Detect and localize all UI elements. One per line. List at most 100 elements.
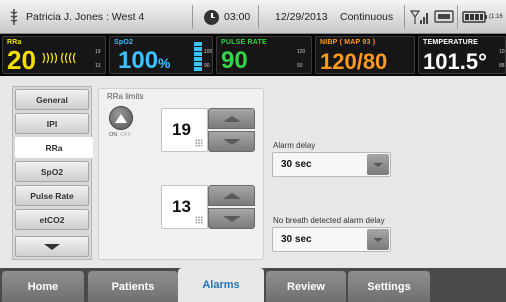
sidebar-item-rra[interactable]: RRa (15, 137, 93, 158)
sidebar-item-label: IPI (46, 118, 58, 129)
chevron-up-icon (222, 115, 241, 122)
tab-label: Review (287, 280, 325, 293)
rra-limits-panel: RRa limits ON OFF 19 13 (98, 88, 264, 260)
clock: 03:00 (204, 0, 250, 34)
temperature-value-wrap: 101.5° (423, 51, 487, 73)
chevron-down-icon (222, 215, 241, 222)
pulse-tile[interactable]: PULSE RATE 90 120 50 (216, 36, 312, 74)
alarm-delay-value: 30 sec (281, 159, 312, 170)
upper-limit-value: 19 (172, 120, 191, 139)
upper-limit-decrease-button[interactable] (208, 131, 255, 152)
tab-patients[interactable]: Patients (88, 271, 178, 302)
nibp-value: 120/80 (320, 49, 388, 74)
sidebar-item-label: RRa (45, 142, 63, 153)
no-breath-delay-value: 30 sec (281, 234, 312, 245)
sidebar-item-label: General (36, 94, 68, 105)
tab-label: Settings (367, 280, 411, 293)
sidebar-item-pulse-rate[interactable]: Pulse Rate (15, 185, 89, 206)
sidebar-item-label: SpO2 (40, 166, 64, 177)
spo2-unit: % (158, 55, 171, 71)
sidebar-item-general[interactable]: General (15, 89, 89, 110)
alarm-delay-dropdown[interactable]: 30 sec (272, 152, 391, 177)
alarm-category-sidebar: General IPI RRa SpO2 Pulse Rate etCO2 (12, 86, 93, 260)
bottom-navigation: Home Patients Alarms Review Settings (0, 268, 506, 302)
no-breath-delay-label: No breath detected alarm delay (273, 216, 385, 225)
on-off-label: ON OFF (109, 132, 131, 138)
lower-limit-increase-button[interactable] (208, 185, 255, 206)
rra-high-limit: 19 (95, 49, 101, 55)
perfusion-bar (194, 42, 202, 71)
sidebar-item-ipi[interactable]: IPI (15, 113, 89, 134)
signal-icon (410, 0, 430, 34)
keypad-icon (195, 216, 203, 224)
alarms-content: General IPI RRa SpO2 Pulse Rate etCO2 RR… (0, 76, 506, 268)
temperature-unit: ° (478, 49, 487, 74)
alarm-delay-label: Alarm delay (273, 141, 316, 150)
rra-value: 20 (7, 45, 36, 74)
rra-low-limit: 13 (95, 63, 101, 69)
sidebar-item-etco2[interactable]: etCO2 (15, 209, 89, 230)
temperature-high-limit: 102 (499, 49, 505, 55)
off-label: OFF (120, 132, 132, 138)
network-icon (434, 0, 454, 34)
tab-alarms[interactable]: Alarms (178, 268, 264, 302)
rra-limits-title: RRa limits (107, 92, 144, 101)
lower-limit-value: 13 (172, 197, 191, 216)
pulse-value: 90 (221, 47, 248, 74)
lower-limit-decrease-button[interactable] (208, 208, 255, 229)
pulse-high-limit: 120 (297, 49, 306, 55)
tab-home[interactable]: Home (2, 271, 84, 302)
rra-tile[interactable]: RRa 20 19 13 (2, 36, 106, 74)
patient-info[interactable]: Patricia J. Jones : West 4 (8, 0, 144, 34)
battery-time: (1:16 (489, 14, 503, 20)
tab-label: Home (27, 280, 59, 293)
no-breath-delay-dropdown[interactable]: 30 sec (272, 227, 391, 252)
clock-time: 03:00 (224, 11, 251, 23)
chevron-down-icon (373, 237, 383, 242)
status-divider (404, 5, 405, 29)
upper-limit-increase-button[interactable] (208, 108, 255, 129)
battery-icon (462, 11, 487, 23)
spo2-high-limit: 100 (204, 49, 213, 55)
upper-limit-field[interactable]: 19 (161, 108, 208, 152)
chevron-down-icon (373, 162, 383, 167)
tab-label: Alarms (202, 279, 240, 291)
pulse-low-limit: 50 (297, 63, 303, 69)
monitoring-mode[interactable]: Continuous (340, 0, 393, 34)
temperature-tile[interactable]: TEMPERATURE 101.5° 102 88 (418, 36, 506, 74)
clock-icon (204, 9, 219, 25)
patient-icon (10, 9, 18, 25)
status-divider (457, 5, 458, 29)
on-label: ON (109, 132, 118, 138)
spo2-value: 100 (118, 47, 159, 74)
battery: (1:16 (462, 0, 503, 34)
temperature-value: 101.5 (423, 49, 479, 74)
alarm-triangle-icon (115, 113, 127, 123)
spo2-label: SpO2 (114, 39, 134, 46)
nibp-map: ( MAP 93 ) (339, 39, 376, 46)
chevron-down-icon (44, 243, 60, 250)
temperature-label: TEMPERATURE (423, 39, 478, 46)
alarm-on-off-toggle[interactable] (109, 106, 133, 130)
sidebar-item-spo2[interactable]: SpO2 (15, 161, 89, 182)
vitals-bar: RRa 20 19 13 SpO2 100% 100 90 PULSE RATE… (0, 34, 506, 76)
sidebar-item-label: etCO2 (39, 214, 65, 225)
date: 12/29/2013 (275, 11, 328, 23)
keypad-icon (195, 139, 203, 147)
tab-settings[interactable]: Settings (348, 271, 430, 302)
lower-limit-field[interactable]: 13 (161, 185, 208, 229)
nibp-tile[interactable]: NIBP ( MAP 93 ) 120/80 (315, 36, 415, 74)
sidebar-scroll-down-button[interactable] (15, 236, 89, 257)
chevron-up-icon (222, 192, 241, 199)
spo2-tile[interactable]: SpO2 100% 100 90 (109, 36, 213, 74)
spo2-value-wrap: 100% (118, 49, 171, 73)
chevron-down-icon (222, 138, 241, 145)
temperature-low-limit: 88 (499, 63, 505, 69)
dropdown-button (367, 154, 389, 175)
pulse-label: PULSE RATE (221, 39, 267, 46)
tab-review[interactable]: Review (266, 271, 346, 302)
nibp-label-wrap: NIBP ( MAP 93 ) (320, 39, 375, 46)
tab-label: Patients (111, 280, 155, 293)
status-bar: Patricia J. Jones : West 4 03:00 12/29/2… (0, 0, 506, 34)
waveform-icon (42, 52, 76, 64)
